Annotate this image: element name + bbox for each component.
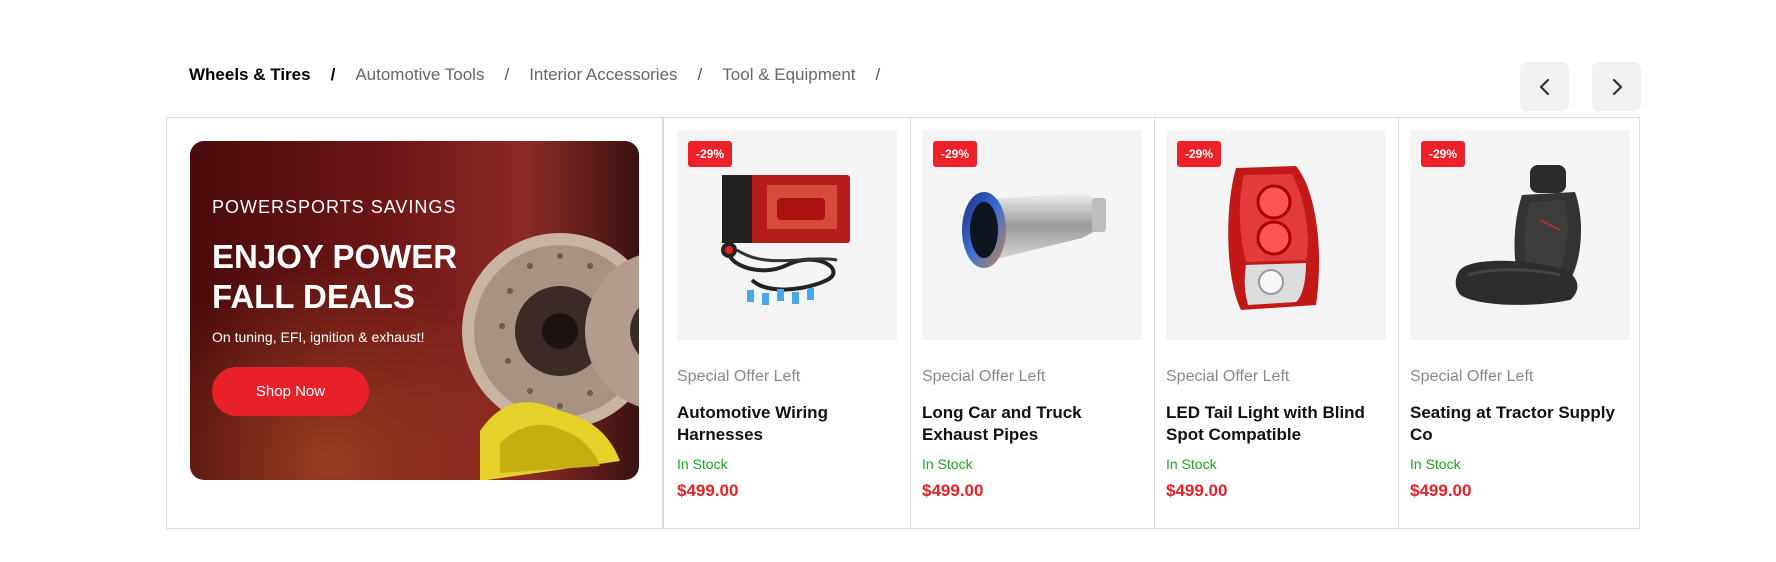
product-price: $499.00 — [1410, 481, 1472, 500]
tab-separator: / — [875, 65, 881, 84]
tab-wheels-tires[interactable]: Wheels & Tires — [189, 65, 311, 85]
tab-tool-equipment[interactable]: Tool & Equipment — [722, 65, 855, 85]
stock-status: In Stock — [677, 456, 728, 472]
stock-status: In Stock — [1410, 456, 1461, 472]
product-image-box[interactable]: -29% — [677, 130, 897, 340]
product-card[interactable]: -29% Special Offer Left Automotive Wirin… — [666, 118, 910, 528]
product-card[interactable]: -29% Special Offer Left Seating at Tract… — [1398, 118, 1639, 528]
stock-status: In Stock — [1166, 456, 1217, 472]
special-offer-label: Special Offer Left — [1410, 368, 1534, 385]
product-price: $499.00 — [677, 481, 739, 500]
product-image-box[interactable]: -29% — [1166, 130, 1386, 340]
product-image-box[interactable]: -29% — [922, 130, 1142, 340]
product-name[interactable]: Long Car and Truck Exhaust Pipes — [922, 402, 1142, 446]
discount-badge: -29% — [1177, 141, 1222, 167]
banner-subtitle: On tuning, EFI, ignition & exhaust! — [212, 329, 425, 345]
tab-separator: / — [504, 65, 510, 84]
shop-now-button[interactable]: Shop Now — [212, 367, 369, 416]
banner-title-line: ENJOY POWER — [212, 238, 458, 275]
stock-status: In Stock — [922, 456, 973, 472]
brake-disc-image — [462, 233, 639, 480]
discount-badge: -29% — [933, 141, 978, 167]
product-name[interactable]: Automotive Wiring Harnesses — [677, 402, 897, 446]
product-card[interactable]: -29% Special Offer Left Long Car and Tru… — [910, 118, 1154, 528]
tab-interior-accessories[interactable]: Interior Accessories — [529, 65, 677, 85]
chevron-left-icon — [1539, 78, 1549, 95]
product-name[interactable]: LED Tail Light with Blind Spot Compatibl… — [1166, 402, 1386, 446]
tab-separator: / — [330, 65, 336, 84]
product-card[interactable]: -29% Special Offer Left LED Tail Light w… — [1154, 118, 1398, 528]
banner-eyebrow: POWERSPORTS SAVINGS — [212, 197, 457, 217]
special-offer-label: Special Offer Left — [922, 368, 1046, 385]
product-price: $499.00 — [922, 481, 984, 500]
special-offer-label: Special Offer Left — [1166, 368, 1290, 385]
promo-banner: POWERSPORTS SAVINGS ENJOY POWER FALL DEA… — [190, 141, 639, 480]
carousel-next-button[interactable] — [1592, 62, 1641, 111]
chevron-right-icon — [1612, 78, 1622, 95]
product-section: POWERSPORTS SAVINGS ENJOY POWER FALL DEA… — [166, 117, 1640, 529]
banner-title: ENJOY POWER FALL DEALS — [212, 237, 462, 317]
category-tabs: Wheels & Tires / Automotive Tools / Inte… — [189, 62, 900, 88]
discount-badge: -29% — [688, 141, 733, 167]
discount-badge: -29% — [1421, 141, 1466, 167]
special-offer-label: Special Offer Left — [677, 368, 801, 385]
product-price: $499.00 — [1166, 481, 1228, 500]
tab-automotive-tools[interactable]: Automotive Tools — [355, 65, 484, 85]
promo-banner-cell: POWERSPORTS SAVINGS ENJOY POWER FALL DEA… — [167, 118, 664, 528]
product-name[interactable]: Seating at Tractor Supply Co — [1410, 402, 1630, 446]
product-image-box[interactable]: -29% — [1410, 130, 1630, 340]
carousel-prev-button[interactable] — [1520, 62, 1569, 111]
banner-title-line: FALL DEALS — [212, 278, 415, 315]
tab-separator: / — [697, 65, 703, 84]
